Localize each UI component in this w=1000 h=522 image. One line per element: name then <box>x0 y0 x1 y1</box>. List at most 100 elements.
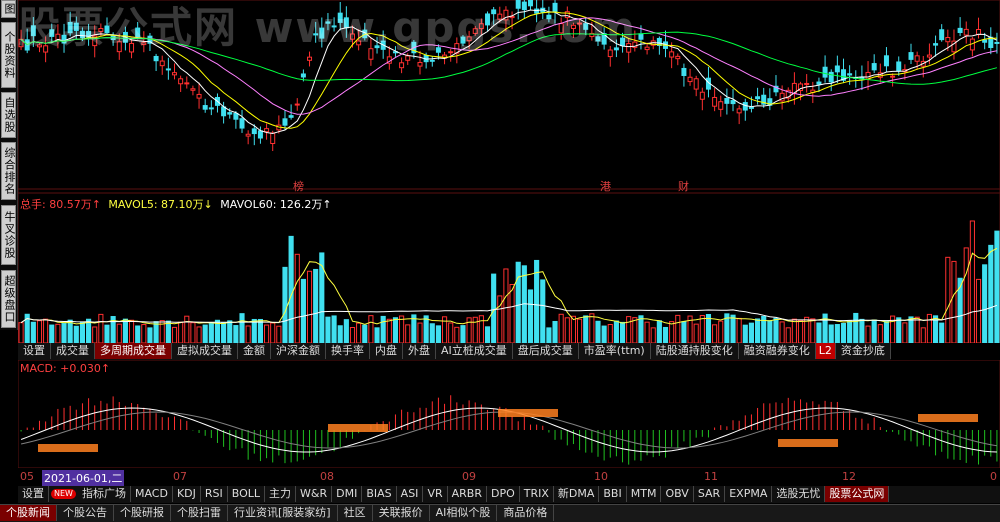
volume-bar <box>147 327 153 343</box>
sidebar-tab-super-order[interactable]: 超级盘口 <box>1 270 16 328</box>
sidebar-tab-watchlist[interactable]: 自选股 <box>1 92 16 138</box>
indicator-tab-15[interactable]: BBI <box>599 486 627 502</box>
volume-chart-panel[interactable] <box>18 193 1000 343</box>
indicator-tab-17[interactable]: OBV <box>661 486 694 502</box>
indicator-settings-button[interactable]: 设置 <box>18 486 49 502</box>
volume-bar <box>939 322 945 343</box>
volume-bar <box>816 322 822 343</box>
volume-tab-14[interactable]: L2 <box>815 343 836 359</box>
volume-bar <box>834 324 840 343</box>
candle <box>896 61 902 72</box>
volume-tab-1[interactable]: 成交量 <box>51 343 95 359</box>
volume-bar <box>135 325 141 343</box>
info-tab-8[interactable]: 商品价格 <box>497 505 555 521</box>
indicator-tab-14[interactable]: 新DMA <box>554 486 600 502</box>
indicator-tab-2[interactable]: KDJ <box>173 486 201 502</box>
volume-bar <box>883 320 890 343</box>
sidebar-tab-chart[interactable]: 图 <box>1 0 16 18</box>
volume-bar <box>785 327 791 343</box>
candle <box>172 72 178 76</box>
info-tab-7[interactable]: AI相似个股 <box>430 505 498 521</box>
volume-bar <box>877 324 883 343</box>
volume-bar <box>423 315 429 343</box>
volume-tab-11[interactable]: 市盈率(ttm) <box>579 343 651 359</box>
candle <box>270 132 276 144</box>
volume-tab-6[interactable]: 换手率 <box>326 343 370 359</box>
volume-bar <box>276 325 282 343</box>
event-marker-cai[interactable]: 财 <box>678 178 689 194</box>
volume-tab-2[interactable]: 多周期成交量 <box>95 343 172 359</box>
volume-tab-8[interactable]: 外盘 <box>403 343 436 359</box>
volume-tab-13[interactable]: 融资融券变化 <box>739 343 816 359</box>
indicator-tab-21[interactable]: 股票公式网 <box>825 486 890 502</box>
volume-tab-0[interactable]: 设置 <box>18 343 51 359</box>
volume-bar <box>963 247 969 343</box>
indicator-tab-13[interactable]: TRIX <box>520 486 554 502</box>
event-marker-bang[interactable]: 榜 <box>293 178 304 194</box>
volume-tab-7[interactable]: 内盘 <box>370 343 403 359</box>
volume-bar <box>540 279 546 343</box>
candle <box>804 82 810 85</box>
volume-tab-4[interactable]: 金额 <box>238 343 271 359</box>
volume-bar <box>577 318 583 343</box>
volume-bar <box>853 312 859 343</box>
info-tab-0[interactable]: 个股新闻 <box>0 505 57 521</box>
indicator-tab-9[interactable]: ASI <box>397 486 424 502</box>
volume-tab-9[interactable]: AI立桩成交量 <box>436 343 513 359</box>
indicator-tab-16[interactable]: MTM <box>627 486 662 502</box>
volume-tab-12[interactable]: 陆股通持股变化 <box>651 343 739 359</box>
info-tab-3[interactable]: 个股扫雷 <box>171 505 228 521</box>
volume-bar <box>945 256 951 343</box>
info-tab-4[interactable]: 行业资讯[服装家纺] <box>228 505 338 521</box>
info-tab-6[interactable]: 关联报价 <box>373 505 430 521</box>
info-tab-2[interactable]: 个股研报 <box>114 505 171 521</box>
volume-bar <box>337 325 343 343</box>
volume-bar <box>399 315 405 343</box>
indicator-tab-18[interactable]: SAR <box>694 486 726 502</box>
candle <box>227 112 233 115</box>
volume-bar <box>847 320 853 343</box>
indicator-tab-6[interactable]: W&R <box>296 486 333 502</box>
indicator-tab-1[interactable]: MACD <box>131 486 173 502</box>
volume-bar <box>699 315 705 343</box>
volume-bar <box>583 315 589 343</box>
volume-bar <box>331 315 337 343</box>
sidebar-tab-diagnosis[interactable]: 牛叉诊股 <box>1 205 16 265</box>
volume-bar <box>736 317 742 343</box>
sidebar-tab-ranking[interactable]: 综合排名 <box>1 142 16 200</box>
indicator-tab-0[interactable]: 指标广场 <box>78 486 131 502</box>
volume-tab-10[interactable]: 盘后成交量 <box>513 343 579 359</box>
volume-tab-5[interactable]: 沪深金额 <box>271 343 326 359</box>
info-tab-1[interactable]: 个股公告 <box>57 505 114 521</box>
volume-chart[interactable] <box>18 193 1000 343</box>
indicator-tab-19[interactable]: EXPMA <box>725 486 773 502</box>
info-tab-5[interactable]: 社区 <box>338 505 373 521</box>
event-marker-gang[interactable]: 港 <box>600 178 611 194</box>
indicator-tab-20[interactable]: 选股无忧 <box>772 486 826 502</box>
volume-bar <box>969 220 975 343</box>
indicator-tab-3[interactable]: RSI <box>201 486 228 502</box>
indicator-tab-7[interactable]: DMI <box>332 486 363 502</box>
volume-bar <box>49 324 55 343</box>
volume-bar <box>73 325 79 343</box>
indicator-tab-5[interactable]: 主力 <box>265 486 297 502</box>
volume-bar <box>595 320 601 343</box>
indicator-tab-10[interactable]: VR <box>423 486 448 502</box>
indicator-tab-11[interactable]: ARBR <box>448 486 487 502</box>
indicator-tab-8[interactable]: BIAS <box>362 486 397 502</box>
volume-bar <box>343 319 349 343</box>
volume-bar <box>196 326 202 343</box>
volume-tab-15[interactable]: 资金抄底 <box>836 343 891 359</box>
macd-chart-panel[interactable] <box>18 360 1000 468</box>
macd-chart[interactable] <box>18 360 1000 468</box>
sidebar-tab-stock-info[interactable]: 个股资料 <box>1 22 16 88</box>
date-label-0: 05 <box>20 470 34 483</box>
candle <box>926 54 932 58</box>
indicator-tab-4[interactable]: BOLL <box>228 486 266 502</box>
new-badge: NEW <box>51 489 76 499</box>
volume-tab-3[interactable]: 虚拟成交量 <box>172 343 238 359</box>
indicator-tab-12[interactable]: DPO <box>487 486 520 502</box>
candle <box>184 82 190 85</box>
volume-bar <box>669 321 675 343</box>
volume-bar <box>92 326 98 343</box>
